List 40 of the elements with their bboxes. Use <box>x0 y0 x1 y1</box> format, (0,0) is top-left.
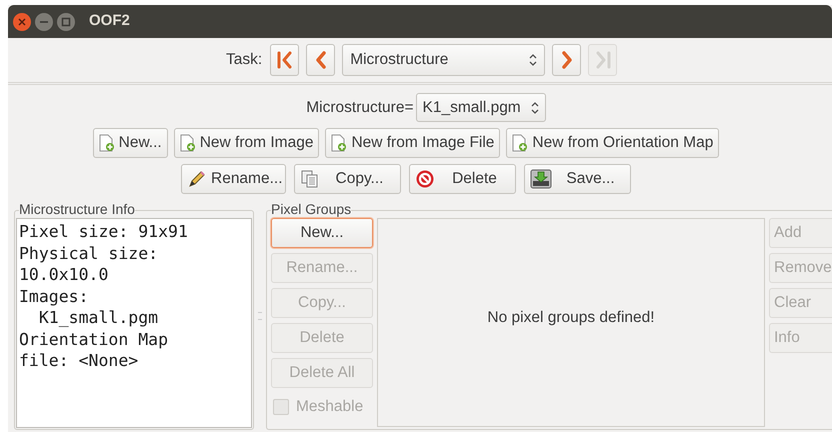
pencil-icon <box>187 169 207 189</box>
info-line: file: <None> <box>19 350 140 372</box>
task-dropdown[interactable]: Microstructure <box>342 44 546 76</box>
first-button[interactable] <box>270 44 300 76</box>
info-line: 10.0x10.0 <box>19 264 110 286</box>
spinner-arrows-icon <box>529 53 538 67</box>
info-line: Pixel size: 91x91 <box>19 221 189 242</box>
minimize-icon[interactable] <box>35 12 53 30</box>
no-entry-icon <box>415 169 435 189</box>
window-title: OOF2 <box>89 11 130 32</box>
new-file-icon <box>180 134 196 152</box>
info-line: Physical size: <box>19 242 160 264</box>
task-label: Task: <box>226 50 262 70</box>
empty-message: No pixel groups defined! <box>487 308 655 328</box>
group-button[interactable]: New... <box>271 218 373 248</box>
spinner-arrows-icon <box>530 100 539 114</box>
microstructure-label: Microstructure= <box>306 98 414 118</box>
new-file-icon <box>98 134 115 152</box>
download-tray-icon <box>530 169 552 189</box>
info-line: K1_small.pgm <box>38 307 160 328</box>
rename-button[interactable]: Rename... <box>181 164 286 194</box>
prev-button[interactable] <box>306 44 336 76</box>
info-line: Images: <box>19 286 90 307</box>
frame-title: Microstructure Info <box>19 201 135 217</box>
new-file-icon <box>331 134 348 152</box>
new-button[interactable]: New... <box>92 128 168 158</box>
next-button[interactable] <box>552 44 582 76</box>
frame-title: Pixel Groups <box>271 201 352 217</box>
new-file-icon <box>512 134 528 152</box>
new-button[interactable]: New from Image <box>174 128 320 158</box>
copy-icon <box>300 169 320 189</box>
delete-button[interactable]: Delete <box>409 164 516 194</box>
close-icon[interactable] <box>13 12 31 30</box>
info-line: Orientation Map <box>19 328 170 350</box>
copy-button[interactable]: Copy... <box>294 164 401 194</box>
save-button[interactable]: Save... <box>524 164 631 194</box>
new-button[interactable]: New from Image File <box>325 128 500 158</box>
image-file-dropdown[interactable]: K1_small.pgm <box>416 93 546 122</box>
new-button[interactable]: New from Orientation Map <box>506 128 720 158</box>
maximize-icon[interactable] <box>57 12 75 30</box>
